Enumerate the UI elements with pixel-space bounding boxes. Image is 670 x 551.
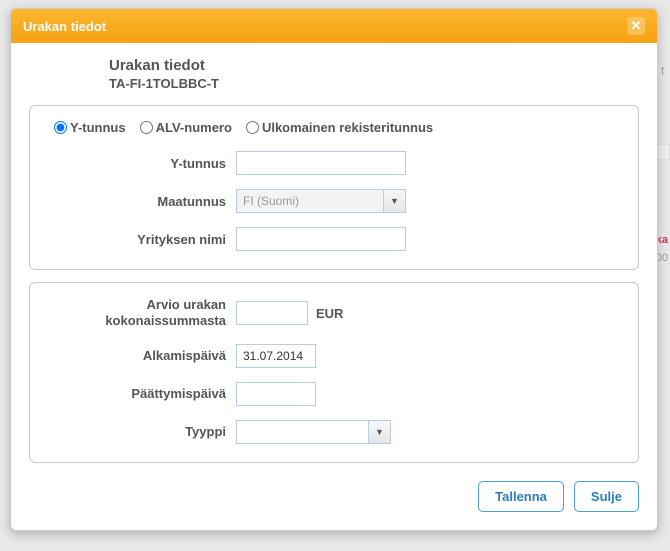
id-type-radio-group: Y-tunnus ALV-numero Ulkomainen rekisteri… <box>54 120 622 135</box>
radio-alv[interactable]: ALV-numero <box>140 120 232 135</box>
row-tyyppi: Tyyppi ▼ <box>46 420 622 444</box>
chevron-down-icon[interactable]: ▼ <box>383 190 405 212</box>
radio-ytunnus-input[interactable] <box>54 121 67 134</box>
dialog-titlebar: Urakan tiedot ✕ <box>11 9 657 43</box>
page-title: Urakan tiedot <box>109 57 639 74</box>
input-alku[interactable] <box>236 344 316 368</box>
dialog-footer: Tallenna Sulje <box>29 481 639 512</box>
select-maatunnus[interactable]: ▼ <box>236 189 406 213</box>
row-loppu: Päättymispäivä <box>46 382 622 406</box>
label-tyyppi: Tyyppi <box>46 424 236 439</box>
select-tyyppi[interactable]: ▼ <box>236 420 391 444</box>
radio-foreign[interactable]: Ulkomainen rekisteritunnus <box>246 120 433 135</box>
radio-ytunnus-label: Y-tunnus <box>70 120 126 135</box>
suffix-eur: EUR <box>316 306 343 321</box>
background-fragment: t <box>661 65 664 77</box>
label-arvio: Arvio urakan kokonaissummasta <box>46 297 236 330</box>
close-icon[interactable]: ✕ <box>627 17 645 35</box>
label-ytunnus: Y-tunnus <box>46 156 236 171</box>
dialog-title: Urakan tiedot <box>23 19 106 34</box>
radio-foreign-input[interactable] <box>246 121 259 134</box>
row-alku: Alkamispäivä <box>46 344 622 368</box>
input-ytunnus[interactable] <box>236 151 406 175</box>
close-button[interactable]: Sulje <box>574 481 639 512</box>
input-loppu[interactable] <box>236 382 316 406</box>
radio-alv-input[interactable] <box>140 121 153 134</box>
label-yritys: Yrityksen nimi <box>46 232 236 247</box>
heading-block: Urakan tiedot TA-FI-1TOLBBC-T <box>109 57 639 91</box>
save-button[interactable]: Tallenna <box>478 481 564 512</box>
row-arvio: Arvio urakan kokonaissummasta EUR <box>46 297 622 330</box>
input-yritys[interactable] <box>236 227 406 251</box>
dialog: Urakan tiedot ✕ Urakan tiedot TA-FI-1TOL… <box>10 8 658 531</box>
company-fieldset: Y-tunnus ALV-numero Ulkomainen rekisteri… <box>29 105 639 270</box>
input-arvio[interactable] <box>236 301 308 325</box>
radio-foreign-label: Ulkomainen rekisteritunnus <box>262 120 433 135</box>
dialog-body: Urakan tiedot TA-FI-1TOLBBC-T Y-tunnus A… <box>11 43 657 530</box>
label-arvio-line2: kokonaissummasta <box>105 313 226 328</box>
row-ytunnus: Y-tunnus <box>46 151 622 175</box>
label-loppu: Päättymispäivä <box>46 386 236 401</box>
row-maatunnus: Maatunnus ▼ <box>46 189 622 213</box>
select-maatunnus-input[interactable] <box>236 189 406 213</box>
radio-alv-label: ALV-numero <box>156 120 232 135</box>
details-fieldset: Arvio urakan kokonaissummasta EUR Alkami… <box>29 282 639 463</box>
chevron-down-icon[interactable]: ▼ <box>368 421 390 443</box>
row-yritys: Yrityksen nimi <box>46 227 622 251</box>
contract-id: TA-FI-1TOLBBC-T <box>109 76 639 91</box>
label-maatunnus: Maatunnus <box>46 194 236 209</box>
label-alku: Alkamispäivä <box>46 348 236 363</box>
label-arvio-line1: Arvio urakan <box>147 297 226 312</box>
radio-ytunnus[interactable]: Y-tunnus <box>54 120 126 135</box>
